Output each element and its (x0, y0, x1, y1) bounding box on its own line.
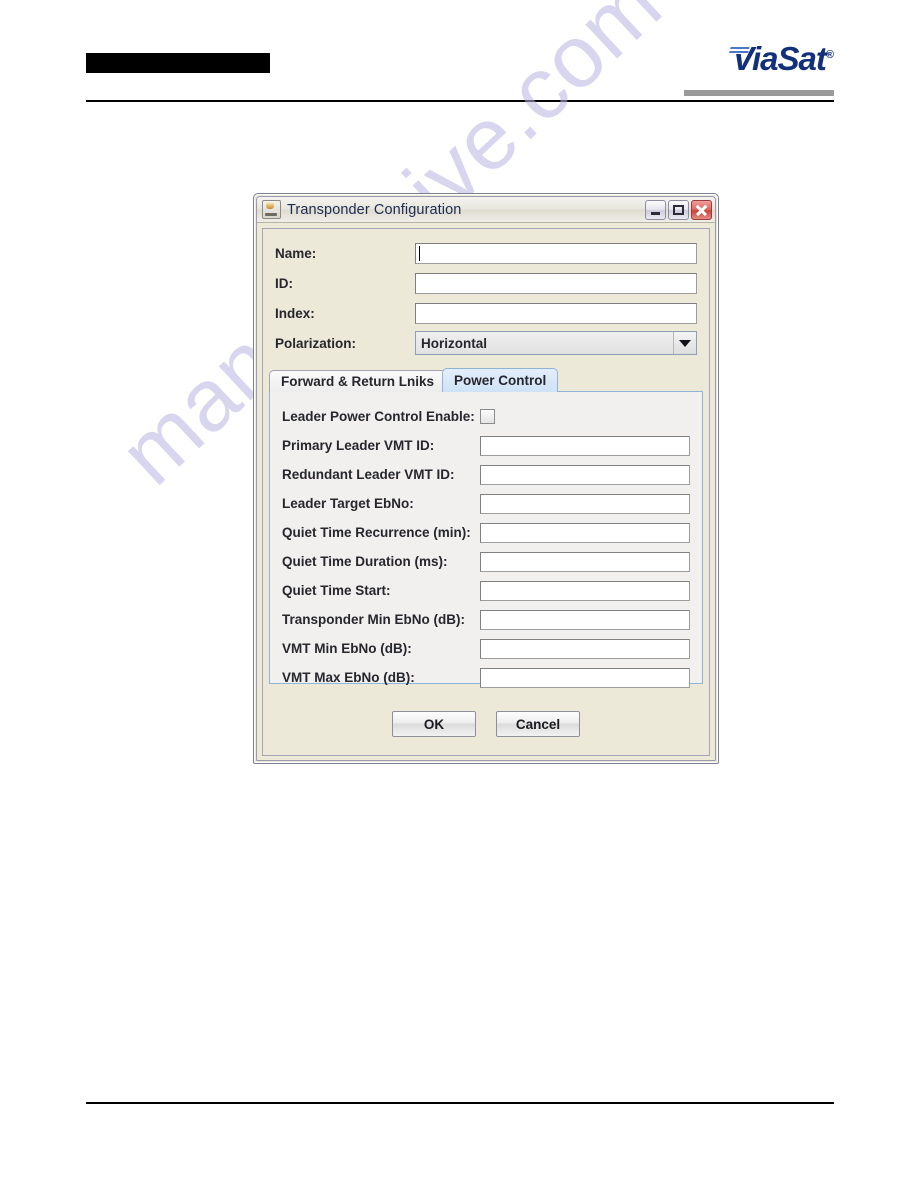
vmt-max-ebno-label: VMT Max EbNo (dB): (282, 670, 415, 685)
tabstrip: Forward & Return Lniks Power Control (269, 368, 703, 392)
vmt-max-ebno-input[interactable] (480, 667, 690, 688)
row-leader-target-ebno: Leader Target EbNo: (282, 489, 690, 518)
quiet-time-start-label: Quiet Time Start: (282, 583, 391, 598)
dialog-body: Name: ID: Index: Polarization: Horizonta… (257, 224, 715, 760)
primary-leader-vmt-id-label: Primary Leader VMT ID: (282, 438, 435, 453)
tab-power-control[interactable]: Power Control (442, 368, 559, 392)
power-control-panel: Leader Power Control Enable: Primary Lea… (269, 391, 703, 688)
field-row-id: ID: (275, 268, 697, 298)
primary-leader-vmt-id-input[interactable] (480, 435, 690, 456)
field-row-name: Name: (275, 238, 697, 268)
maximize-button[interactable] (668, 199, 689, 220)
row-vmt-min-ebno: VMT Min EbNo (dB): (282, 634, 690, 663)
dialog-inner-frame: Transponder Configuration Name: ID: Inde… (256, 196, 716, 761)
leader-power-control-enable-checkbox[interactable] (480, 409, 495, 424)
row-vmt-max-ebno: VMT Max EbNo (dB): (282, 663, 690, 692)
row-transponder-min-ebno: Transponder Min EbNo (dB): (282, 605, 690, 634)
field-row-polarization: Polarization: Horizontal (275, 328, 697, 358)
header-divider-rule (86, 100, 834, 102)
redundant-leader-vmt-id-label: Redundant Leader VMT ID: (282, 467, 455, 482)
dialog-title: Transponder Configuration (287, 201, 462, 218)
polarization-label: Polarization: (275, 335, 357, 351)
quiet-time-duration-input[interactable] (480, 551, 690, 572)
tab-container: Forward & Return Lniks Power Control Lea… (269, 368, 703, 688)
polarization-select[interactable]: Horizontal (415, 331, 697, 355)
row-leader-power-control-enable: Leader Power Control Enable: (282, 402, 690, 431)
id-input[interactable] (415, 272, 697, 294)
cancel-button-label: Cancel (515, 716, 561, 732)
transponder-configuration-dialog: Transponder Configuration Name: ID: Inde… (253, 193, 719, 764)
index-label: Index: (275, 305, 315, 321)
dialog-titlebar[interactable]: Transponder Configuration (257, 197, 715, 223)
transponder-min-ebno-input[interactable] (480, 609, 690, 630)
row-quiet-time-start: Quiet Time Start: (282, 576, 690, 605)
window-button-group (645, 199, 712, 220)
java-coffee-cup-icon (262, 200, 281, 219)
quiet-time-start-input[interactable] (480, 580, 690, 601)
viasat-flag-icon (728, 45, 751, 54)
row-redundant-leader-vmt-id: Redundant Leader VMT ID: (282, 460, 690, 489)
registered-mark: ® (825, 49, 834, 61)
name-label: Name: (275, 245, 317, 261)
transponder-min-ebno-label: Transponder Min EbNo (dB): (282, 612, 465, 627)
tab-forward-return-links[interactable]: Forward & Return Lniks (269, 370, 447, 392)
field-row-index: Index: (275, 298, 697, 328)
polarization-selected-value: Horizontal (416, 332, 673, 354)
vmt-min-ebno-input[interactable] (480, 638, 690, 659)
minimize-icon (651, 211, 660, 215)
viasat-logo: ViaSat® (686, 42, 834, 75)
tab-power-control-label: Power Control (454, 373, 547, 388)
minimize-button[interactable] (645, 199, 666, 220)
quiet-time-duration-label: Quiet Time Duration (ms): (282, 554, 448, 569)
redacted-header-text (86, 53, 270, 73)
ok-button[interactable]: OK (392, 711, 476, 737)
general-fields-group: Name: ID: Index: Polarization: Horizonta… (263, 229, 709, 362)
dialog-content-pane: Name: ID: Index: Polarization: Horizonta… (262, 228, 710, 756)
quiet-time-recurrence-input[interactable] (480, 522, 690, 543)
tabstrip-filler (558, 391, 703, 392)
cancel-button[interactable]: Cancel (496, 711, 580, 737)
leader-target-ebno-label: Leader Target EbNo: (282, 496, 414, 511)
ok-button-label: OK (423, 716, 445, 732)
name-input[interactable] (415, 242, 697, 264)
row-quiet-time-recurrence: Quiet Time Recurrence (min): (282, 518, 690, 547)
redundant-leader-vmt-id-input[interactable] (480, 464, 690, 485)
id-label: ID: (275, 275, 293, 291)
index-input[interactable] (415, 302, 697, 324)
viasat-wordmark: ViaSat® (686, 42, 834, 75)
footer-divider-rule (86, 1102, 834, 1104)
close-button[interactable] (691, 199, 712, 220)
vmt-min-ebno-label: VMT Min EbNo (dB): (282, 641, 412, 656)
maximize-icon (673, 204, 684, 215)
viasat-logo-underbar (684, 90, 834, 96)
chevron-down-icon[interactable] (673, 332, 696, 354)
quiet-time-recurrence-label: Quiet Time Recurrence (min): (282, 525, 471, 540)
leader-power-control-enable-label: Leader Power Control Enable: (282, 409, 475, 424)
leader-target-ebno-input[interactable] (480, 493, 690, 514)
row-quiet-time-duration: Quiet Time Duration (ms): (282, 547, 690, 576)
tab-forward-return-links-label: Forward & Return Lniks (281, 374, 435, 389)
dialog-button-bar: OK Cancel (263, 693, 709, 755)
row-primary-leader-vmt-id: Primary Leader VMT ID: (282, 431, 690, 460)
